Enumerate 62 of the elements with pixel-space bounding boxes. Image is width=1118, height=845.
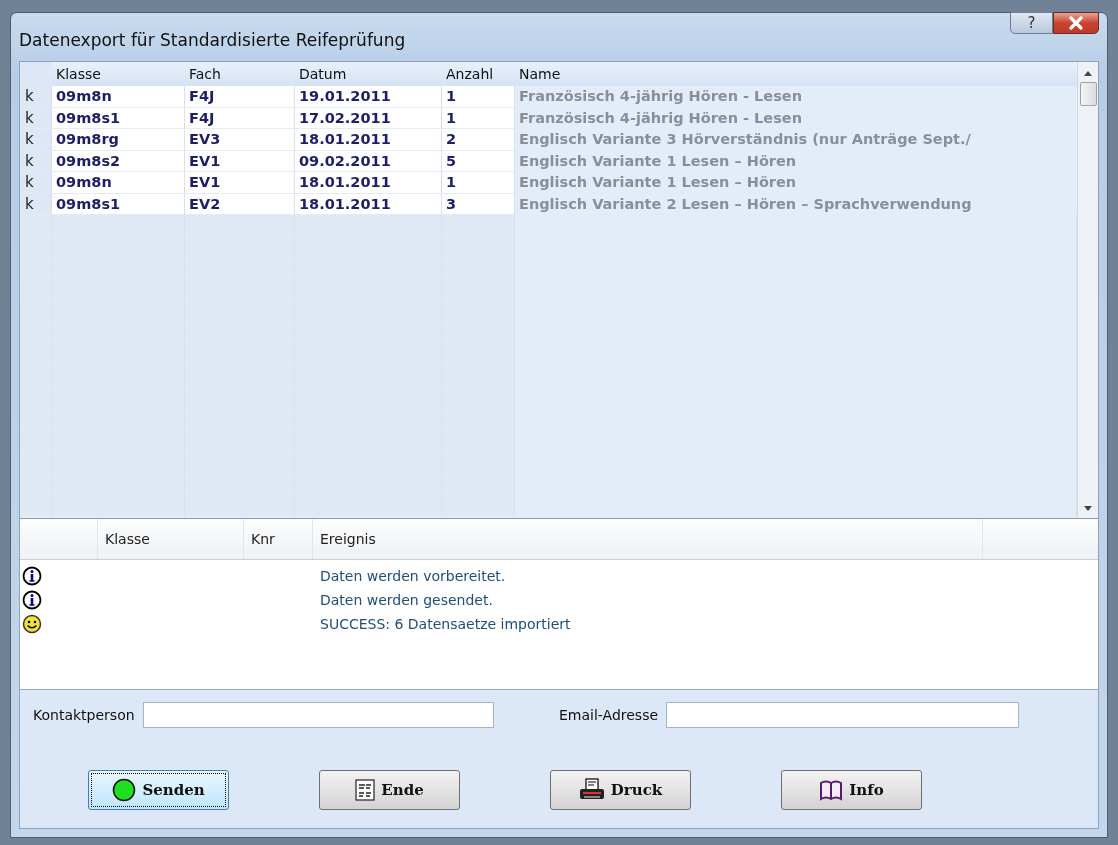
table-cell: 19.01.2011	[295, 86, 442, 108]
table-cell: 09.02.2011	[295, 150, 442, 172]
close-button[interactable]	[1053, 12, 1099, 34]
text-field[interactable]	[666, 702, 1020, 728]
table-cell: 09m8n	[52, 86, 185, 108]
table-cell: EV1	[185, 150, 295, 172]
scroll-down-icon	[1083, 506, 1093, 512]
log-message: SUCCESS: 6 Datensaetze importiert	[319, 615, 572, 634]
table-cell: F4J	[185, 107, 295, 129]
field-label: Kontaktperson	[33, 707, 135, 723]
table-cell: 09m8s1	[52, 107, 185, 129]
row-marker: k	[20, 172, 52, 194]
table-cell: 18.01.2011	[295, 172, 442, 194]
table-cell: 1	[442, 172, 515, 194]
close-icon	[1068, 16, 1084, 30]
column-header[interactable]: Datum	[295, 62, 442, 86]
row-marker: k	[20, 107, 52, 129]
column-header[interactable]: Name	[515, 62, 1077, 86]
table-cell: 5	[442, 150, 515, 172]
row-marker: k	[20, 86, 52, 108]
window-title: Datenexport für Standardisierte Reifeprüfung	[19, 30, 406, 50]
table-cell: F4J	[185, 86, 295, 108]
scroll-up-icon	[1083, 70, 1093, 76]
scroll-thumb[interactable]	[1079, 82, 1097, 106]
print-button[interactable]: Druck	[550, 770, 691, 810]
send-button[interactable]: Senden	[88, 770, 229, 810]
table-cell: 18.01.2011	[295, 129, 442, 151]
column-header[interactable]: Knr	[244, 519, 313, 559]
table-cell: 09m8s1	[52, 193, 185, 215]
table-cell: EV2	[185, 193, 295, 215]
log-message: Daten werden vorbereitet.	[319, 567, 507, 586]
row-marker: k	[20, 150, 52, 172]
help-button[interactable]: ?	[1010, 12, 1053, 34]
table-cell: 09m8s2	[52, 150, 185, 172]
printer-icon	[578, 778, 605, 802]
circle-icon	[112, 778, 137, 802]
table-cell: 18.01.2011	[295, 193, 442, 215]
text-field[interactable]	[142, 702, 494, 728]
smiley-icon	[22, 614, 42, 634]
table-cell: EV3	[185, 129, 295, 151]
table-cell: 1	[442, 107, 515, 129]
book-icon	[819, 779, 844, 801]
column-header[interactable]: Fach	[185, 62, 295, 86]
table-cell: 09m8rg	[52, 129, 185, 151]
end-button[interactable]: Ende	[319, 770, 460, 810]
table-cell: 3	[442, 193, 515, 215]
column-header[interactable]: Ereignis	[313, 519, 983, 559]
table-cell: 1	[442, 86, 515, 108]
table-cell: 09m8n	[52, 172, 185, 194]
table-cell: EV1	[185, 172, 295, 194]
info-button[interactable]: Info	[781, 770, 922, 810]
field-label: Email-Adresse	[559, 707, 659, 723]
document-icon	[355, 779, 376, 801]
table-cell: 17.02.2011	[295, 107, 442, 129]
row-marker: k	[20, 193, 52, 215]
table-cell: 2	[442, 129, 515, 151]
column-header[interactable]: Klasse	[98, 519, 244, 559]
column-header[interactable]: Klasse	[52, 62, 185, 86]
column-header[interactable]: Anzahl	[442, 62, 515, 86]
log-message: Daten werden gesendet.	[319, 591, 494, 610]
scrollbar[interactable]	[1077, 62, 1098, 518]
row-marker: k	[20, 129, 52, 151]
